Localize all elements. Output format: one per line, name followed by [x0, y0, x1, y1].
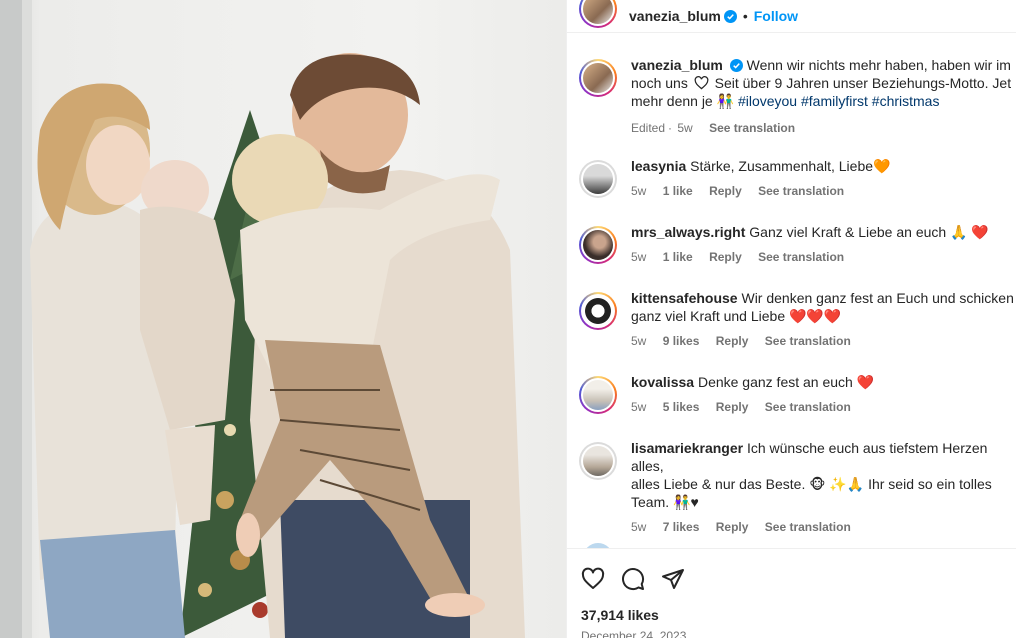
- see-translation-link[interactable]: See translation: [758, 184, 844, 198]
- verified-badge-icon: [723, 9, 737, 23]
- comment-text-line3: Ihr seid so ein tolles: [868, 476, 992, 492]
- comment-emoji: ❤️: [856, 374, 875, 390]
- comments-list[interactable]: vanezia_blum Wenn wir nichts mehr haben,…: [567, 34, 1016, 548]
- reply-button[interactable]: Reply: [709, 184, 742, 198]
- commenter-avatar[interactable]: [579, 442, 617, 480]
- comment-likes[interactable]: 9 likes: [663, 334, 700, 348]
- reply-button[interactable]: Reply: [716, 520, 749, 534]
- comment-likes[interactable]: 7 likes: [663, 520, 700, 534]
- comment-emoji: 👫♥: [673, 494, 699, 510]
- hashtag-christmas[interactable]: #christmas: [872, 93, 940, 109]
- comment-age: 5w: [631, 520, 647, 534]
- heart-icon[interactable]: [581, 567, 605, 591]
- comment-likes[interactable]: 1 like: [663, 250, 693, 264]
- post-side-panel: vanezia_blum • Follow vanezia_blum Wenn: [566, 0, 1016, 638]
- comment-username[interactable]: kovalissa: [631, 374, 694, 390]
- author-username[interactable]: vanezia_blum: [629, 8, 721, 24]
- edited-label: Edited: [631, 121, 666, 135]
- hashtag-iloveyou[interactable]: #iloveyou: [738, 93, 797, 109]
- follow-button[interactable]: Follow: [754, 8, 798, 24]
- comment-likes[interactable]: 1 like: [663, 184, 693, 198]
- comment-item: kittensafehouse Wir denken ganz fest an …: [579, 289, 1016, 350]
- post-header: vanezia_blum • Follow: [567, 0, 1016, 33]
- comment-username[interactable]: leasynia: [631, 158, 686, 174]
- post-actions: 37,914 likes December 24, 2023: [567, 548, 1016, 638]
- outline-heart-emoji-icon: [694, 76, 709, 90]
- comment-username[interactable]: lisamariekranger: [631, 440, 743, 456]
- comment-item: lisamariekranger Ich wünsche euch aus ti…: [579, 439, 1016, 536]
- caption-meta: Edited · 5w See translation: [631, 121, 796, 135]
- post-date: December 24, 2023: [581, 629, 687, 638]
- reply-button[interactable]: Reply: [716, 400, 749, 414]
- comment-age: 5w: [631, 184, 647, 198]
- comment-text-line2: ganz viel Kraft und Liebe: [631, 308, 786, 324]
- comment-likes[interactable]: 5 likes: [663, 400, 700, 414]
- reply-button[interactable]: Reply: [716, 334, 749, 348]
- caption-age: 5w: [677, 121, 693, 135]
- verified-badge-icon: [729, 59, 743, 72]
- comment-text: Ganz viel Kraft & Liebe an euch: [749, 224, 947, 240]
- comment-text: Wir denken ganz fest an Euch und schicke…: [741, 290, 1014, 306]
- see-translation-link[interactable]: See translation: [758, 250, 844, 264]
- comment-item: mrs_always.right Ganz viel Kraft & Liebe…: [579, 223, 1016, 266]
- comment-text-line4: Team.: [631, 494, 670, 510]
- family-photo-illustration: [0, 0, 525, 638]
- see-translation-link[interactable]: See translation: [709, 121, 795, 135]
- like-count[interactable]: 37,914 likes: [581, 607, 1003, 623]
- commenter-avatar[interactable]: [579, 160, 617, 198]
- comment-item: leasynia Stärke, Zusammenhalt, Liebe🧡 5w…: [579, 157, 1016, 200]
- caption-text-line3: Seit über 9 Jahren unser Beziehungs-Mott…: [714, 75, 1011, 91]
- see-translation-link[interactable]: See translation: [765, 334, 851, 348]
- comment-text: Denke ganz fest an euch: [697, 374, 853, 390]
- separator-dot: •: [742, 8, 748, 24]
- comment-emoji: 🙏 ❤️: [950, 224, 989, 240]
- comment-item: kovalissa Denke ganz fest an euch ❤️ 5w …: [579, 373, 1016, 416]
- comment-age: 5w: [631, 400, 647, 414]
- comment-emoji: 🧡: [873, 158, 891, 174]
- family-emoji-icon: 👫: [716, 93, 735, 109]
- commenter-avatar[interactable]: [579, 292, 617, 330]
- comment-username[interactable]: kittensafehouse: [631, 290, 738, 306]
- commenter-avatar[interactable]: [579, 376, 617, 414]
- hashtag-familyfirst[interactable]: #familyfirst: [801, 93, 868, 109]
- caption-text-line4: mehr denn je: [631, 93, 713, 109]
- comment-text-line2: alles Liebe & nur das Beste.: [631, 476, 806, 492]
- comment-username[interactable]: mrs_always.right: [631, 224, 745, 240]
- see-translation-link[interactable]: See translation: [765, 520, 851, 534]
- comment-age: 5w: [631, 250, 647, 264]
- comment-icon[interactable]: [621, 567, 645, 591]
- caption: vanezia_blum Wenn wir nichts mehr haben,…: [579, 56, 1016, 137]
- see-translation-link[interactable]: See translation: [765, 400, 851, 414]
- comment-emoji: ❤️❤️❤️: [789, 308, 842, 324]
- caption-text-line1: Wenn wir nichts mehr haben, haben wir im…: [746, 57, 1011, 73]
- reply-button[interactable]: Reply: [709, 250, 742, 264]
- caption-username[interactable]: vanezia_blum: [631, 57, 723, 73]
- caption-avatar[interactable]: [579, 59, 617, 97]
- comment-text: Stärke, Zusammenhalt, Liebe: [690, 158, 874, 174]
- comment-age: 5w: [631, 334, 647, 348]
- caption-text-line2: noch uns: [631, 75, 688, 91]
- comment-emoji: 🐵 ✨🙏: [809, 476, 865, 492]
- share-icon[interactable]: [661, 567, 685, 591]
- commenter-avatar[interactable]: [579, 226, 617, 264]
- post-photo[interactable]: [0, 0, 566, 638]
- author-avatar[interactable]: [579, 0, 617, 28]
